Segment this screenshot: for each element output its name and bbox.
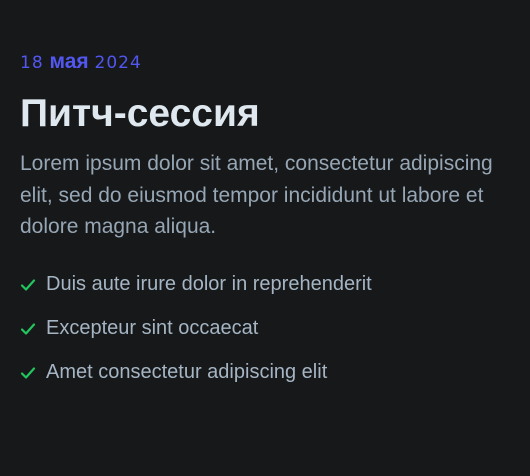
event-description: Lorem ipsum dolor sit amet, consectetur … — [20, 152, 493, 238]
feature-label: Excepteur sint occaecat — [46, 317, 259, 339]
date-month: мая — [49, 50, 89, 73]
check-icon — [20, 366, 36, 379]
date-year: 2024 — [94, 53, 142, 73]
event-title: Питч-сессия — [20, 92, 260, 135]
check-icon — [20, 278, 36, 291]
check-icon — [20, 322, 36, 335]
list-item: Amet consectetur adipiscing elit — [20, 351, 520, 395]
event-card: 18 мая 2024 Питч-сессия Lorem ipsum dolo… — [20, 48, 520, 395]
feature-label: Duis aute irure dolor in reprehenderit — [46, 273, 372, 295]
list-item: Duis aute irure dolor in reprehenderit — [20, 263, 520, 307]
list-item: Excepteur sint occaecat — [20, 307, 520, 351]
feature-label: Amet consectetur adipiscing elit — [46, 361, 328, 383]
event-date: 18 мая 2024 — [20, 48, 520, 76]
date-day: 18 — [20, 53, 44, 73]
feature-list: Duis aute irure dolor in reprehenderit E… — [20, 263, 520, 395]
